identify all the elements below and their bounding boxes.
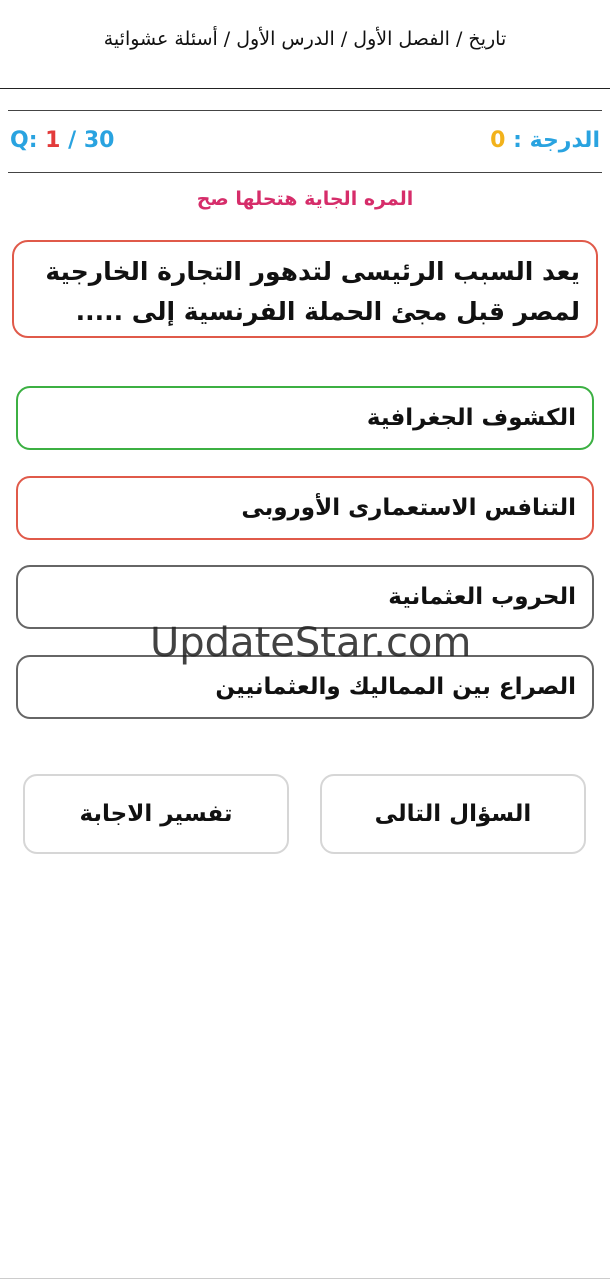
score-bar-bottom-divider (8, 172, 602, 173)
question-counter-separator: / (68, 128, 77, 153)
question-counter: Q: 1 / 30 (10, 128, 115, 153)
question-counter-current: 1 (45, 128, 61, 153)
score-label: الدرجة : (513, 128, 600, 153)
breadcrumb: تاريخ / الفصل الأول / الدرس الأول / أسئل… (103, 28, 507, 50)
answer-option-1[interactable]: الكشوف الجغرافية (16, 386, 594, 450)
question-counter-prefix: Q: (10, 128, 38, 153)
header-divider (0, 88, 610, 89)
score-bar-top-divider (8, 110, 602, 111)
question-text: يعد السبب الرئيسى لتدهور التجارة الخارجي… (12, 240, 598, 338)
bottom-divider (0, 1278, 610, 1279)
feedback-message: المره الجاية هتحلها صح (196, 188, 414, 210)
score-display: الدرجة : 0 (490, 128, 600, 153)
explain-answer-button[interactable]: تفسير الاجابة (23, 774, 289, 854)
answer-option-2[interactable]: التنافس الاستعمارى الأوروبى (16, 476, 594, 540)
score-value: 0 (490, 128, 506, 153)
question-counter-total: 30 (83, 128, 115, 153)
next-question-button[interactable]: السؤال التالى (320, 774, 586, 854)
watermark: UpdateStar.com (150, 620, 472, 666)
